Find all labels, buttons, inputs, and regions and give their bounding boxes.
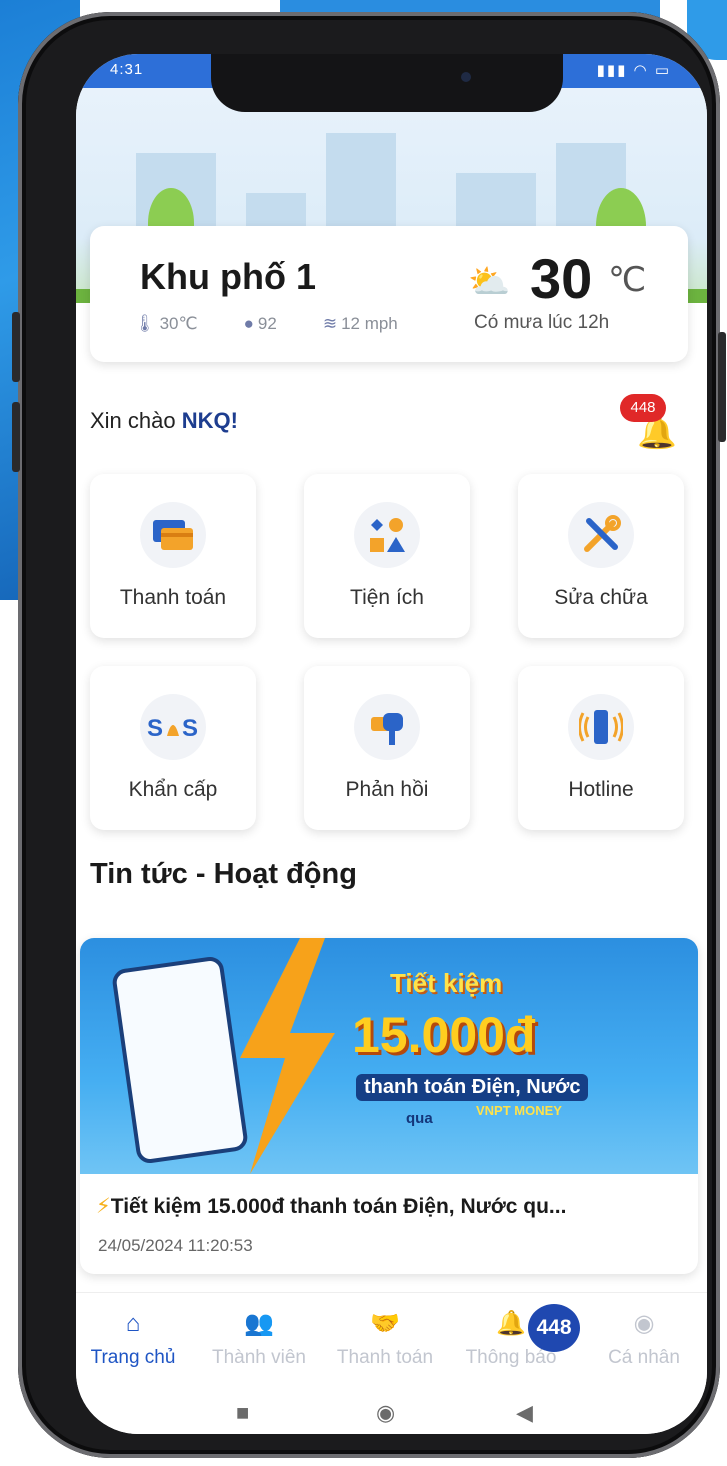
news-headline-text: Tiết kiệm 15.000đ thanh toán Điện, Nước … [110,1195,567,1218]
humidity-icon: ● [243,314,254,333]
service-label: Sửa chữa [554,586,648,609]
tab-payment[interactable]: 🤝 Thanh toán [322,1307,448,1369]
partly-sunny-icon: ⛅ [468,263,511,301]
phone-power-button [718,332,726,442]
tab-notification-badge: 448 [528,1304,580,1352]
android-nav-bar: ■ ◉ ◀ [76,1392,707,1434]
wind-icon: ≋ [322,314,338,333]
vnpt-money-logo: VNPT MONEY [476,1103,562,1118]
svg-text:S: S [182,715,198,742]
status-time: 4:31 [110,61,144,78]
phone-ringing-icon [568,694,634,760]
home-icon: ⌂ [125,1310,141,1337]
service-label: Thanh toán [119,586,227,609]
repair-tools-icon [568,502,634,568]
tab-label: Trang chủ [90,1347,176,1368]
members-icon: 👥 [244,1310,274,1337]
banner-via: qua [406,1110,433,1127]
current-temperature: 30 [530,247,593,310]
mailbox-icon [354,694,420,760]
location-name: Khu phố 1 [140,256,316,297]
phone-mockup-illustration [110,955,250,1165]
tab-members[interactable]: 👥 Thành viên [196,1307,322,1369]
payment-card-icon [140,502,206,568]
thermometer-icon: 🌡 [134,314,156,333]
tab-label: Thành viên [211,1347,306,1368]
service-tile-utilities[interactable]: Tiện ích [304,474,470,638]
news-date: 24/05/2024 11:20:53 [98,1236,253,1255]
weather-card[interactable]: Khu phố 1 🌡 30℃ ● 92 ≋ 12 mph ⛅ 30 ℃ Có mưa… [90,226,688,362]
tab-profile[interactable]: ◉ Cá nhân [581,1307,707,1369]
weather-description: Có mưa lúc 12h [474,312,610,333]
service-label: Tiện ích [350,586,424,609]
svg-text:S: S [147,715,163,742]
banner-subtitle: thanh toán Điện, Nước [356,1074,589,1101]
status-icons: ▮▮▮ ◠ ▭ [597,61,671,79]
stat-humidity: ● 92 [243,314,277,333]
app-screen: 4:31 ▮▮▮ ◠ ▭ Khu phố 1 🌡 30℃ ● 92 ≋ 12 m… [76,54,707,1434]
tab-label: Thanh toán [336,1347,434,1368]
banner-title: Tiết kiệm [390,968,503,998]
banner-amount: 15.000đ [352,1007,536,1063]
news-headline: ⚡Tiết kiệm 15.000đ thanh toán Điện, Nước… [96,1194,566,1219]
greeting: Xin chào NKQ! [90,408,238,434]
lightning-icon: ⚡ [96,1195,111,1218]
weather-stats: 🌡 30℃ ● 92 ≋ 12 mph [134,314,398,334]
service-tile-hotline[interactable]: Hotline [518,666,684,830]
user-name: NKQ! [181,408,238,433]
temperature-unit: ℃ [608,261,647,299]
handshake-icon: 🤝 [370,1310,400,1337]
recent-apps-button[interactable]: ■ [236,1400,249,1426]
home-nav-button[interactable]: ◉ [376,1400,395,1426]
phone-notch [211,54,563,112]
profile-icon: ◉ [633,1310,655,1337]
stat-wind: ≋ 12 mph [322,314,398,333]
news-card[interactable]: Tiết kiệm 15.000đ thanh toán Điện, Nước … [80,938,698,1274]
phone-frame: 4:31 ▮▮▮ ◠ ▭ Khu phố 1 🌡 30℃ ● 92 ≋ 12 m… [12,12,726,1458]
service-tile-repair[interactable]: Sửa chữa [518,474,684,638]
greeting-prefix: Xin chào [90,408,182,433]
news-banner-image: Tiết kiệm 15.000đ thanh toán Điện, Nước … [80,938,698,1174]
phone-side-button [12,402,20,472]
service-label: Hotline [568,778,634,801]
service-tile-emergency[interactable]: SS Khẩn cấp [90,666,256,830]
utilities-icon [354,502,420,568]
signal-icon: ▮▮▮ [596,62,628,79]
lightning-icon [240,938,335,1174]
back-nav-button[interactable]: ◀ [516,1400,533,1426]
service-tile-feedback[interactable]: Phản hồi [304,666,470,830]
phone-side-button [12,312,20,382]
service-label: Khẩn cấp [128,778,218,801]
news-section-title: Tin tức - Hoạt động [90,858,357,890]
tab-label: Cá nhân [608,1347,680,1368]
wifi-icon: ◠ [633,62,649,79]
service-label: Phản hồi [345,778,429,801]
bottom-tab-bar: ⌂ Trang chủ 👥 Thành viên 🤝 Thanh toán 🔔 … [76,1292,707,1393]
service-tile-payment[interactable]: Thanh toán [90,474,256,638]
stat-temperature: 🌡 30℃ [134,314,198,333]
tab-home[interactable]: ⌂ Trang chủ [76,1307,196,1369]
sos-icon: SS [140,694,206,760]
battery-icon: ▭ [654,62,671,79]
camera-icon [461,72,471,82]
notification-count-badge: 448 [620,394,666,422]
